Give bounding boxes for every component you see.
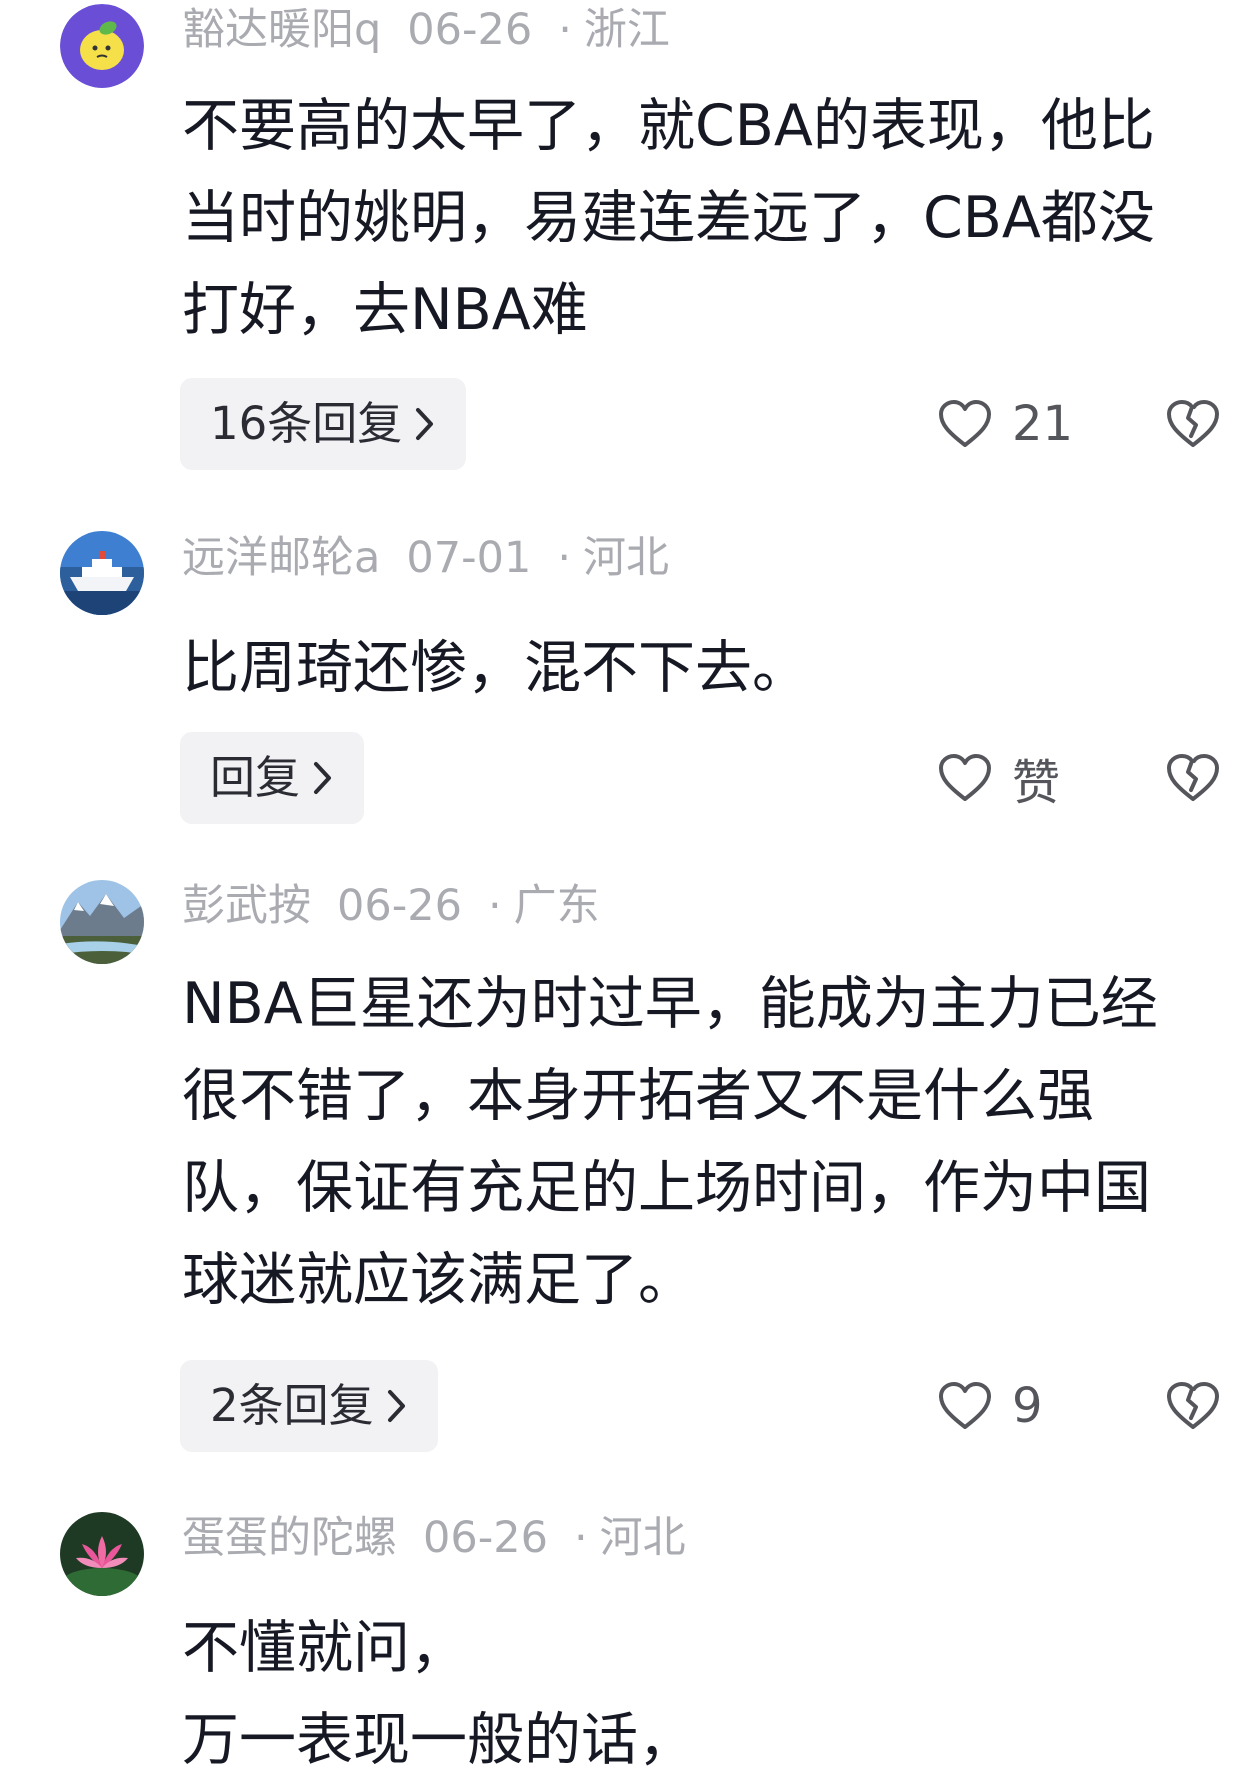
view-replies-button[interactable]: 2条回复 <box>180 1360 438 1452</box>
comment-date: 06-26 <box>407 5 533 55</box>
comment-date: 06-26 <box>423 1513 548 1563</box>
comment-date: 06-26 <box>337 881 462 931</box>
comment-line: 不懂就问， <box>182 1615 467 1681</box>
meta-separator: · <box>487 881 502 931</box>
reply-label: 2条回复 <box>210 1379 374 1432</box>
reply-label: 16条回复 <box>210 397 403 450</box>
username[interactable]: 蛋蛋的陀螺 <box>182 1513 397 1563</box>
like-count: 9 <box>1012 1378 1043 1434</box>
like-count: 21 <box>1012 396 1074 452</box>
broken-heart-icon <box>1167 400 1219 447</box>
like-button[interactable]: 9 <box>938 1360 1043 1452</box>
broken-heart-icon <box>1167 1382 1219 1429</box>
comment-location: 河北 <box>599 1513 686 1563</box>
like-count: 赞 <box>1012 755 1061 811</box>
comment-line: NBA巨星还为时过早，能成为主力已经 <box>182 971 1158 1037</box>
meta-separator: · <box>558 5 572 55</box>
cruise-ship-avatar[interactable] <box>60 531 144 615</box>
lotus-avatar[interactable] <box>60 1512 144 1596</box>
comment-location: 河北 <box>582 533 669 583</box>
heart-icon <box>939 400 991 447</box>
comment-line: 打好，去NBA难 <box>182 277 588 343</box>
comment-line: 很不错了，本身开拓者又不是什么强 <box>182 1063 1094 1129</box>
chevron-right-icon <box>416 408 434 440</box>
dislike-button[interactable] <box>1166 378 1220 470</box>
comment-line: 球迷就应该满足了。 <box>182 1247 695 1313</box>
heart-icon <box>939 1382 991 1429</box>
comment-text[interactable]: NBA巨星还为时过早，能成为主力已经 很不错了，本身开拓者又不是什么强 队，保证… <box>182 958 1227 1326</box>
view-replies-button[interactable]: 16条回复 <box>180 378 467 470</box>
dislike-button[interactable] <box>1166 1360 1220 1452</box>
comment-text[interactable]: 不要高的太早了，就CBA的表现，他比 当时的姚明，易建连差远了，CBA都没 打好… <box>182 80 1227 356</box>
comment-meta: 远洋邮轮a 07-01 · 河北 <box>182 528 695 588</box>
comment-text[interactable]: 比周琦还惨，混不下去。 <box>182 622 1227 714</box>
comment-location: 广东 <box>513 881 600 931</box>
username[interactable]: 彭武按 <box>182 881 311 931</box>
chevron-right-icon <box>314 762 332 794</box>
like-button[interactable]: 21 <box>938 378 1073 470</box>
reply-label: 回复 <box>210 751 301 804</box>
reply-button[interactable]: 回复 <box>180 732 365 824</box>
lemon-avatar[interactable] <box>60 4 144 88</box>
chevron-right-icon <box>387 1390 405 1422</box>
comment-meta: 彭武按 06-26 · 广东 <box>182 876 626 936</box>
like-button[interactable]: 赞 <box>938 732 1060 824</box>
dislike-button[interactable] <box>1166 732 1220 824</box>
comment-line: 万一表现一般的话， <box>182 1707 695 1773</box>
mountain-avatar[interactable] <box>60 880 144 964</box>
comment-date: 07-01 <box>406 533 532 583</box>
broken-heart-icon <box>1167 754 1219 801</box>
comment-meta: 豁达暖阳q 06-26 · 浙江 <box>182 0 696 60</box>
username[interactable]: 豁达暖阳q <box>182 5 381 55</box>
comment-meta: 蛋蛋的陀螺 06-26 · 河北 <box>182 1508 712 1568</box>
comment-line: 比周琦还惨，混不下去。 <box>182 635 809 701</box>
comment-location: 浙江 <box>583 5 670 55</box>
heart-icon <box>939 754 991 801</box>
comment-line: 不要高的太早了，就CBA的表现，他比 <box>182 93 1155 159</box>
meta-separator: · <box>573 1513 588 1563</box>
comment-text[interactable]: 不懂就问， 万一表现一般的话， <box>182 1602 1227 1786</box>
comment-line: 队，保证有充足的上场时间，作为中国 <box>182 1155 1151 1221</box>
comment-line: 当时的姚明，易建连差远了，CBA都没 <box>182 185 1155 251</box>
meta-separator: · <box>557 533 571 583</box>
username[interactable]: 远洋邮轮a <box>182 533 380 583</box>
